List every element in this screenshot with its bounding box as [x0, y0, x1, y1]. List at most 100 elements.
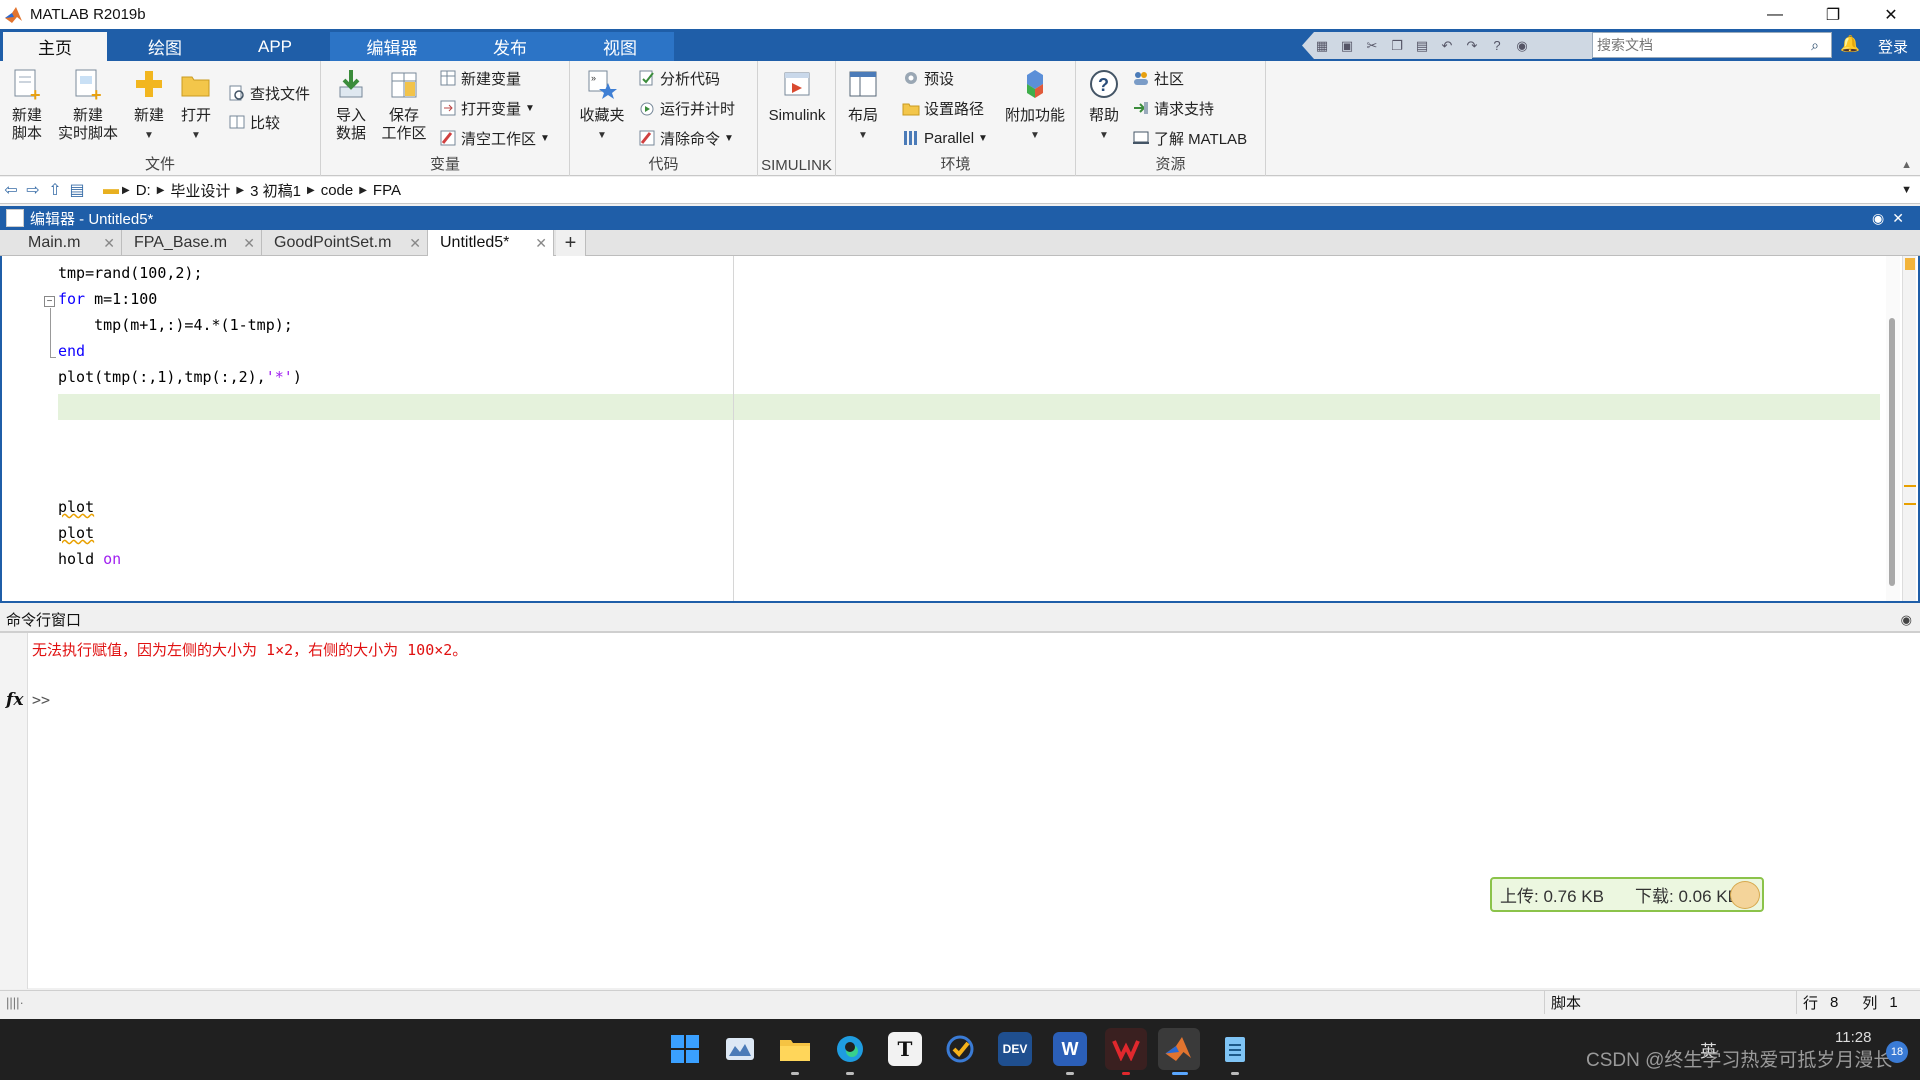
file-explorer-icon[interactable] [778, 1032, 812, 1066]
tab-home[interactable]: 主页 [3, 32, 107, 61]
code-analyzer-bar[interactable] [1902, 256, 1916, 601]
edge-browser-icon[interactable] [833, 1032, 867, 1066]
import-data-button[interactable]: 导入 数据 [330, 67, 372, 143]
up-folder-icon[interactable]: ⇧ [44, 179, 66, 201]
function-browser-icon[interactable]: fx [6, 690, 23, 710]
run-and-time-button[interactable]: 运行并计时 [638, 97, 735, 119]
tab-apps[interactable]: APP [220, 32, 330, 61]
code-editor[interactable]: − tmp=rand(100,2); for m=1:100 tmp(m+1,:… [0, 256, 1920, 603]
save-workspace-button[interactable]: 保存 工作区 [379, 67, 429, 143]
new-variable-button[interactable]: 新建变量 [439, 67, 521, 89]
community-button[interactable]: 社区 [1132, 67, 1184, 89]
command-window[interactable]: 无法执行赋值，因为左侧的大小为 1×2，右侧的大小为 100×2。 fx >> [0, 632, 1920, 989]
new-tab-button[interactable]: + [556, 230, 586, 256]
preferences-button[interactable]: 预设 [902, 67, 954, 89]
minimize-button[interactable]: — [1746, 0, 1804, 29]
fold-toggle-icon[interactable]: − [44, 296, 55, 307]
path-segment-drive[interactable]: D: [136, 182, 151, 199]
open-variable-label: 打开变量 [461, 100, 522, 118]
editor-panel-controls[interactable]: ◉✕ [1872, 210, 1912, 227]
redo-icon[interactable]: ↷ [1462, 36, 1482, 56]
open-button[interactable]: 打开 ▼ [176, 67, 216, 145]
group-label-variable: 变量 [429, 156, 460, 173]
tab-view[interactable]: 视图 [566, 32, 674, 61]
notification-bell-icon[interactable]: 🔔 [1840, 34, 1860, 54]
close-tab-icon[interactable]: ✕ [243, 235, 255, 252]
compare-button[interactable]: 比较 [228, 111, 280, 133]
browse-folder-icon[interactable]: ▤ [66, 179, 88, 201]
cut-icon[interactable]: ✂ [1362, 36, 1382, 56]
clock[interactable]: 11:28 [1835, 1029, 1871, 1046]
search-icon[interactable]: ⌕ [1803, 37, 1827, 54]
tab-publish[interactable]: 发布 [454, 32, 566, 61]
status-grip-icon: ||||· [6, 995, 24, 1010]
simulink-button[interactable]: Simulink [764, 67, 830, 125]
undo-icon[interactable]: ↶ [1437, 36, 1457, 56]
start-menu-icon[interactable] [668, 1032, 702, 1066]
warning-marker[interactable] [1904, 503, 1916, 505]
editor-vertical-scrollbar[interactable] [1886, 256, 1900, 601]
login-button[interactable]: 登录 [1878, 36, 1908, 57]
tab-editor[interactable]: 编辑器 [330, 32, 454, 61]
copy-icon[interactable]: ❐ [1387, 36, 1407, 56]
learn-matlab-button[interactable]: 了解 MATLAB [1132, 127, 1247, 149]
save-icon[interactable]: ▣ [1337, 36, 1357, 56]
gear-icon [905, 72, 917, 84]
editor-icon [6, 209, 24, 227]
help-icon[interactable]: ? [1487, 36, 1507, 56]
close-tab-icon[interactable]: ✕ [409, 235, 421, 252]
path-dropdown-icon[interactable]: ▼ [1901, 184, 1912, 196]
file-tab-main[interactable]: Main.m ✕ [16, 230, 122, 256]
add-ons-button[interactable]: 附加功能 ▼ [1002, 67, 1068, 145]
close-button[interactable]: ✕ [1862, 0, 1920, 29]
close-tab-icon[interactable]: ✕ [535, 235, 547, 252]
set-path-button[interactable]: 设置路径 [902, 97, 984, 119]
find-files-button[interactable]: 查找文件 [228, 82, 310, 104]
clear-commands-button[interactable]: 清除命令 ▼ [638, 127, 734, 149]
restore-button[interactable]: ❐ [1804, 0, 1862, 29]
path-segment-4[interactable]: FPA [373, 182, 401, 199]
warning-marker[interactable] [1904, 485, 1916, 487]
forward-arrow-icon[interactable]: ⇨ [22, 179, 44, 201]
warning-indicator-icon[interactable] [1905, 258, 1915, 270]
scrollbar-thumb[interactable] [1889, 318, 1895, 586]
open-variable-button[interactable]: 打开变量 ▼ [439, 97, 535, 119]
back-arrow-icon[interactable]: ⇦ [0, 179, 22, 201]
file-tab-untitled5[interactable]: Untitled5* ✕ [428, 230, 554, 256]
code-area[interactable]: tmp=rand(100,2); for m=1:100 tmp(m+1,:)=… [58, 256, 1881, 601]
options-icon[interactable]: ◉ [1512, 36, 1532, 56]
new-button[interactable]: 新建 ▼ [128, 67, 170, 145]
notification-badge[interactable]: 18 [1886, 1041, 1908, 1063]
path-segment-3[interactable]: code [321, 182, 354, 199]
typora-icon[interactable]: T [888, 1032, 922, 1066]
tab-plots[interactable]: 绘图 [110, 32, 220, 61]
widgets-icon[interactable] [723, 1032, 757, 1066]
matlab-taskbar-icon[interactable] [1158, 1028, 1200, 1070]
path-segment-1[interactable]: 毕业设计 [170, 180, 230, 201]
todo-icon[interactable] [943, 1032, 977, 1066]
close-tab-icon[interactable]: ✕ [103, 235, 115, 252]
clear-workspace-button[interactable]: 清空工作区 ▼ [439, 127, 550, 149]
search-input[interactable] [1593, 34, 1803, 56]
paste-icon[interactable]: ▤ [1412, 36, 1432, 56]
wps-icon[interactable] [1105, 1028, 1147, 1070]
analyze-code-button[interactable]: 分析代码 [638, 67, 720, 89]
panel-options-icon[interactable]: ◉ [1901, 612, 1912, 628]
new-script-button[interactable]: + 新建 脚本 [6, 67, 48, 143]
collapse-ribbon-icon[interactable]: ▲ [1901, 159, 1912, 171]
layout-button[interactable]: 布局 ▼ [842, 67, 884, 145]
new-live-script-button[interactable]: + 新建 实时脚本 [54, 67, 122, 143]
favorites-button[interactable]: » 收藏夹 ▼ [579, 67, 625, 145]
layout-grid-icon[interactable]: ▦ [1312, 36, 1332, 56]
request-support-button[interactable]: 请求支持 [1132, 97, 1214, 119]
command-prompt[interactable]: >> [32, 691, 50, 709]
path-segment-2[interactable]: 3 初稿1 [250, 180, 301, 201]
word-icon[interactable]: W [1053, 1032, 1087, 1066]
svg-text:?: ? [1098, 75, 1109, 95]
file-tab-goodpointset[interactable]: GoodPointSet.m ✕ [262, 230, 428, 256]
dev-cpp-icon[interactable]: DEV [998, 1032, 1032, 1066]
parallel-button[interactable]: Parallel ▼ [902, 127, 988, 149]
notepad-icon[interactable] [1218, 1032, 1252, 1066]
help-button[interactable]: ? 帮助 ▼ [1082, 67, 1126, 145]
file-tab-fpa-base[interactable]: FPA_Base.m ✕ [122, 230, 262, 256]
